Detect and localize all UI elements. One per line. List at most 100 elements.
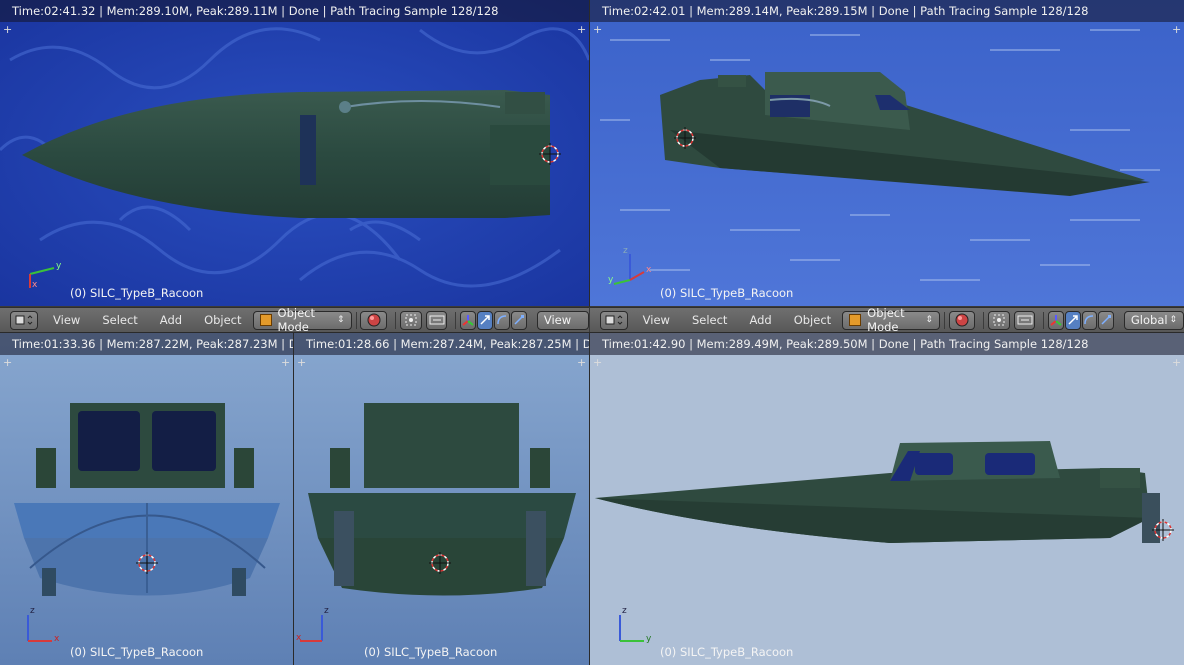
viewport-shading-button[interactable] xyxy=(948,310,975,330)
snap-icon xyxy=(1017,315,1033,325)
scale-button[interactable] xyxy=(1098,310,1114,330)
manipulator-toggle[interactable] xyxy=(460,310,477,330)
cursor-crosshair-icon xyxy=(1152,519,1174,541)
render-stats: Time:01:42.90 | Mem:289.49M, Peak:289.50… xyxy=(590,333,1184,355)
svg-text:x: x xyxy=(32,280,38,288)
mode-label: Object Mode xyxy=(867,306,905,334)
updown-arrows-icon: ⇕ xyxy=(925,315,933,325)
scale-icon xyxy=(1101,315,1112,325)
svg-text:x: x xyxy=(296,633,302,643)
svg-text:z: z xyxy=(30,606,35,616)
shading-sphere-icon xyxy=(367,313,380,327)
mode-selector[interactable]: Object Mode ⇕ xyxy=(842,306,940,334)
viewport-top-left[interactable]: Time:02:41.32 | Mem:289.10M, Peak:289.11… xyxy=(0,0,589,306)
menu-select[interactable]: Select xyxy=(692,313,727,327)
area-split-corner[interactable]: + xyxy=(577,357,586,368)
object-mode-icon xyxy=(849,314,862,326)
viewport-header-left: View Select Add Object Object Mode ⇕ Vie… xyxy=(0,306,590,334)
svg-text:y: y xyxy=(56,261,62,271)
viewport-bottom-left[interactable]: Time:01:33.36 | Mem:287.22M, Peak:287.23… xyxy=(0,333,293,665)
axis-gizmo: z x xyxy=(296,597,346,647)
translate-icon xyxy=(480,315,490,325)
transform-orientation-dropdown[interactable]: Global ⇕ xyxy=(1123,310,1184,330)
axis-gizmo: z y xyxy=(610,597,660,647)
translate-button[interactable] xyxy=(477,310,494,330)
pivot-icon xyxy=(993,314,1005,326)
shading-sphere-icon xyxy=(955,313,969,327)
manipulator-toggle[interactable] xyxy=(1047,310,1064,330)
area-split-corner[interactable]: + xyxy=(593,24,602,35)
horizontal-divider[interactable] xyxy=(0,332,1184,333)
menu-object[interactable]: Object xyxy=(204,313,241,327)
vertical-divider-bottom-right[interactable] xyxy=(589,333,590,665)
editor-type-button[interactable] xyxy=(600,310,628,330)
translate-button[interactable] xyxy=(1064,310,1081,330)
svg-text:z: z xyxy=(623,246,628,256)
viewport-top-right[interactable]: Time:02:42.01 | Mem:289.14M, Peak:289.15… xyxy=(590,0,1184,306)
updown-arrows-icon: ⇕ xyxy=(336,315,345,325)
menu-add[interactable]: Add xyxy=(160,313,182,327)
view3d-icon xyxy=(15,315,33,325)
view3d-icon xyxy=(605,315,623,325)
svg-text:x: x xyxy=(54,634,60,644)
axis-gizmo: z x xyxy=(18,597,68,647)
menu-add[interactable]: Add xyxy=(749,313,771,327)
svg-text:y: y xyxy=(608,275,614,285)
rotate-icon xyxy=(497,315,507,325)
rotate-button[interactable] xyxy=(1081,310,1098,330)
render-stats: Time:01:28.66 | Mem:287.24M, Peak:287.25… xyxy=(294,333,589,355)
mode-selector[interactable]: Object Mode ⇕ xyxy=(252,306,352,334)
mode-label: Object Mode xyxy=(277,306,315,334)
cursor-crosshair-icon xyxy=(674,127,696,149)
svg-text:z: z xyxy=(324,606,329,616)
cursor-crosshair-icon xyxy=(429,552,451,574)
pivot-icon xyxy=(405,314,417,326)
snap-button[interactable] xyxy=(426,310,448,330)
area-split-corner[interactable]: + xyxy=(593,357,602,368)
rotate-button[interactable] xyxy=(494,310,510,330)
render-perspective-view xyxy=(590,0,1184,306)
scale-icon xyxy=(514,315,524,325)
viewport-shading-button[interactable] xyxy=(360,310,387,330)
snap-button[interactable] xyxy=(1014,310,1035,330)
svg-text:z: z xyxy=(622,606,627,616)
area-split-corner[interactable]: + xyxy=(577,24,586,35)
viewport-bottom-mid[interactable]: Time:01:28.66 | Mem:287.24M, Peak:287.25… xyxy=(294,333,589,665)
render-side-view xyxy=(590,333,1184,665)
area-split-corner[interactable]: + xyxy=(281,357,290,368)
area-split-corner[interactable]: + xyxy=(3,357,12,368)
axis-gizmo: y x xyxy=(18,238,68,290)
object-mode-icon xyxy=(259,314,272,326)
cursor-crosshair-icon xyxy=(136,552,158,574)
pivot-button[interactable] xyxy=(987,310,1011,330)
object-name-label: (0) SILC_TypeB_Racoon xyxy=(660,645,794,659)
object-name-label: (0) SILC_TypeB_Racoon xyxy=(660,286,794,300)
menu-view[interactable]: View xyxy=(643,313,670,327)
area-split-corner[interactable]: + xyxy=(3,24,12,35)
render-top-view xyxy=(0,0,589,306)
rotate-icon xyxy=(1084,315,1094,325)
vertical-divider-top[interactable] xyxy=(589,0,590,307)
menu-object[interactable]: Object xyxy=(794,313,831,327)
area-split-corner[interactable]: + xyxy=(297,357,306,368)
viewport-bottom-right[interactable]: Time:01:42.90 | Mem:289.49M, Peak:289.50… xyxy=(590,333,1184,665)
vertical-divider-bottom-left[interactable] xyxy=(293,333,294,665)
scale-button[interactable] xyxy=(511,310,527,330)
transform-orientation-dropdown[interactable]: View xyxy=(536,310,590,330)
menu-select[interactable]: Select xyxy=(102,313,137,327)
manipulator-axes-icon xyxy=(1050,315,1062,326)
object-name-label: (0) SILC_TypeB_Racoon xyxy=(70,286,204,300)
svg-text:y: y xyxy=(646,634,652,644)
snap-icon xyxy=(429,315,445,325)
area-split-corner[interactable]: + xyxy=(1172,357,1181,368)
object-name-label: (0) SILC_TypeB_Racoon xyxy=(70,645,204,659)
menu-view[interactable]: View xyxy=(53,313,80,327)
pivot-button[interactable] xyxy=(399,310,423,330)
editor-type-button[interactable] xyxy=(10,310,39,330)
area-split-corner[interactable]: + xyxy=(1172,24,1181,35)
orientation-label: View xyxy=(543,313,572,327)
render-stats: Time:02:42.01 | Mem:289.14M, Peak:289.15… xyxy=(590,0,1184,22)
updown-arrows-icon: ⇕ xyxy=(1169,315,1178,325)
viewport-header-right: View Select Add Object Object Mode ⇕ Glo… xyxy=(590,306,1184,334)
axis-gizmo: z y x xyxy=(608,238,658,288)
